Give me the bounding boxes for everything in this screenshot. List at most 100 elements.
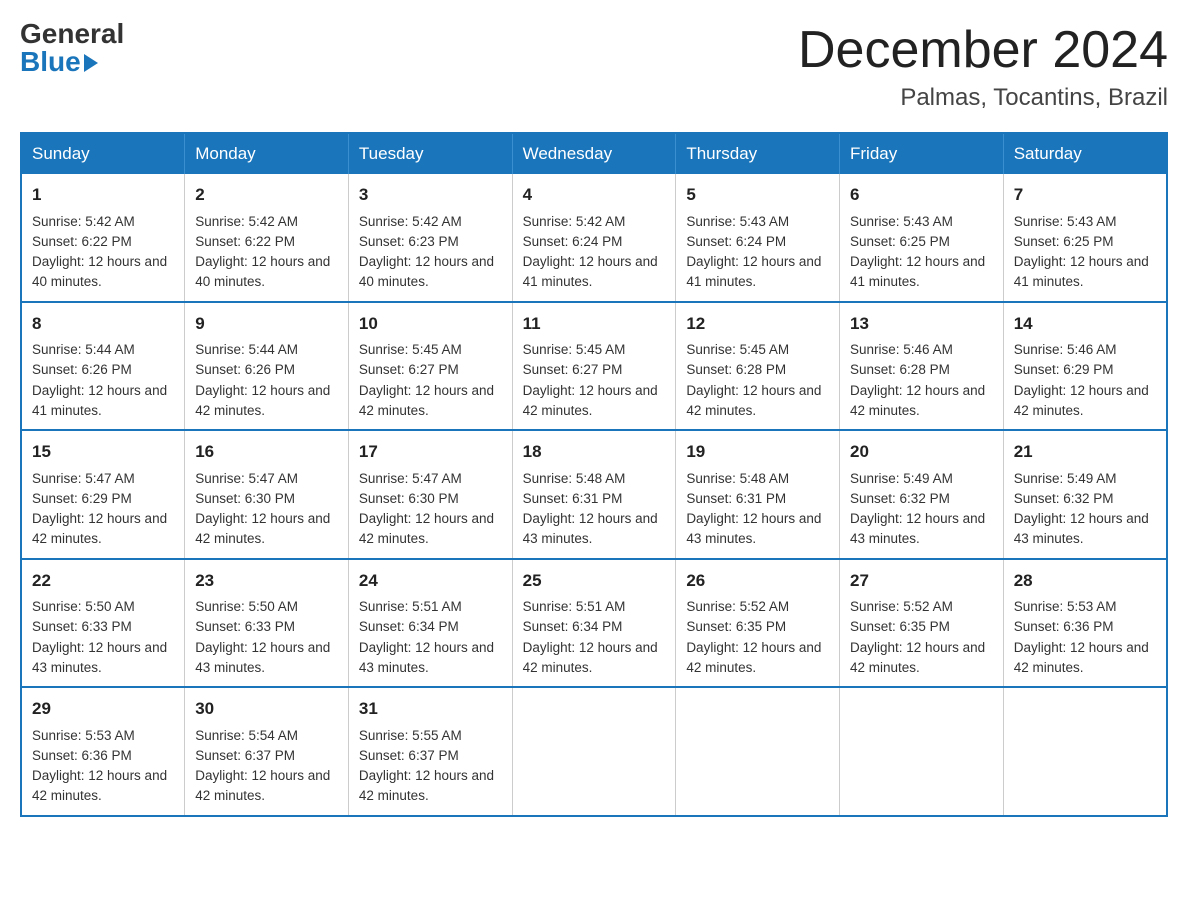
weekday-header-saturday: Saturday [1003,133,1167,174]
sunrise-text: Sunrise: 5:47 AM [359,471,462,486]
sunset-text: Sunset: 6:22 PM [195,234,295,249]
day-number: 24 [359,568,502,594]
daylight-text: Daylight: 12 hours and 42 minutes. [850,383,985,418]
logo-blue-text: Blue [20,48,98,76]
calendar-cell: 4Sunrise: 5:42 AMSunset: 6:24 PMDaylight… [512,174,676,302]
calendar-cell: 15Sunrise: 5:47 AMSunset: 6:29 PMDayligh… [21,430,185,559]
calendar-cell: 12Sunrise: 5:45 AMSunset: 6:28 PMDayligh… [676,302,840,431]
calendar-cell: 26Sunrise: 5:52 AMSunset: 6:35 PMDayligh… [676,559,840,688]
calendar-cell [1003,687,1167,816]
daylight-text: Daylight: 12 hours and 42 minutes. [850,640,985,675]
day-number: 3 [359,182,502,208]
day-number: 30 [195,696,338,722]
calendar-cell: 11Sunrise: 5:45 AMSunset: 6:27 PMDayligh… [512,302,676,431]
calendar-cell: 17Sunrise: 5:47 AMSunset: 6:30 PMDayligh… [348,430,512,559]
logo-arrow-icon [84,54,98,72]
day-number: 25 [523,568,666,594]
sunrise-text: Sunrise: 5:43 AM [1014,214,1117,229]
weekday-header-wednesday: Wednesday [512,133,676,174]
sunset-text: Sunset: 6:26 PM [32,362,132,377]
sunrise-text: Sunrise: 5:51 AM [523,599,626,614]
calendar-cell: 22Sunrise: 5:50 AMSunset: 6:33 PMDayligh… [21,559,185,688]
calendar-cell: 24Sunrise: 5:51 AMSunset: 6:34 PMDayligh… [348,559,512,688]
sunrise-text: Sunrise: 5:47 AM [195,471,298,486]
sunrise-text: Sunrise: 5:52 AM [686,599,789,614]
calendar-cell: 20Sunrise: 5:49 AMSunset: 6:32 PMDayligh… [840,430,1004,559]
day-number: 27 [850,568,993,594]
sunrise-text: Sunrise: 5:55 AM [359,728,462,743]
sunset-text: Sunset: 6:36 PM [32,748,132,763]
daylight-text: Daylight: 12 hours and 42 minutes. [195,383,330,418]
day-number: 4 [523,182,666,208]
sunrise-text: Sunrise: 5:50 AM [195,599,298,614]
calendar-cell: 2Sunrise: 5:42 AMSunset: 6:22 PMDaylight… [185,174,349,302]
daylight-text: Daylight: 12 hours and 41 minutes. [32,383,167,418]
daylight-text: Daylight: 12 hours and 40 minutes. [32,254,167,289]
sunset-text: Sunset: 6:30 PM [195,491,295,506]
weekday-header-row: SundayMondayTuesdayWednesdayThursdayFrid… [21,133,1167,174]
sunset-text: Sunset: 6:34 PM [359,619,459,634]
calendar-cell [676,687,840,816]
sunset-text: Sunset: 6:31 PM [686,491,786,506]
sunrise-text: Sunrise: 5:45 AM [523,342,626,357]
sunset-text: Sunset: 6:37 PM [359,748,459,763]
sunrise-text: Sunrise: 5:42 AM [359,214,462,229]
sunrise-text: Sunrise: 5:42 AM [195,214,298,229]
calendar-week-row: 22 Sunrise: 5:50 AM Sunset: 6:33 PM Dayligh… [21,559,1167,688]
sunset-text: Sunset: 6:37 PM [195,748,295,763]
daylight-text: Daylight: 12 hours and 43 minutes. [1014,511,1149,546]
calendar-cell [512,687,676,816]
calendar-cell [840,687,1004,816]
sunset-text: Sunset: 6:33 PM [32,619,132,634]
calendar-cell: 6Sunrise: 5:43 AMSunset: 6:25 PMDaylight… [840,174,1004,302]
day-number: 10 [359,311,502,337]
sunrise-text: Sunrise: 5:47 AM [32,471,135,486]
sunrise-text: Sunrise: 5:53 AM [1014,599,1117,614]
page-header: General Blue December 2024 Palmas, Tocan… [20,20,1168,112]
sunrise-text: Sunrise: 5:44 AM [32,342,135,357]
daylight-text: Daylight: 12 hours and 40 minutes. [359,254,494,289]
weekday-header-thursday: Thursday [676,133,840,174]
sunrise-text: Sunrise: 5:42 AM [32,214,135,229]
day-number: 29 [32,696,174,722]
day-number: 12 [686,311,829,337]
calendar-cell: 30Sunrise: 5:54 AMSunset: 6:37 PMDayligh… [185,687,349,816]
calendar-cell: 25Sunrise: 5:51 AMSunset: 6:34 PMDayligh… [512,559,676,688]
daylight-text: Daylight: 12 hours and 42 minutes. [359,768,494,803]
title-block: December 2024 Palmas, Tocantins, Brazil [798,20,1168,112]
calendar-cell: 18Sunrise: 5:48 AMSunset: 6:31 PMDayligh… [512,430,676,559]
sunset-text: Sunset: 6:36 PM [1014,619,1114,634]
sunset-text: Sunset: 6:24 PM [686,234,786,249]
sunrise-text: Sunrise: 5:49 AM [850,471,953,486]
daylight-text: Daylight: 12 hours and 42 minutes. [195,768,330,803]
sunrise-text: Sunrise: 5:46 AM [850,342,953,357]
sunset-text: Sunset: 6:23 PM [359,234,459,249]
calendar-table: SundayMondayTuesdayWednesdayThursdayFrid… [20,132,1168,817]
weekday-header-friday: Friday [840,133,1004,174]
calendar-cell: 31 Sunrise: 5:55 AM Sunset: 6:37 PM Dayligh… [348,687,512,816]
sunset-text: Sunset: 6:22 PM [32,234,132,249]
day-number: 22 [32,568,174,594]
calendar-cell: 7Sunrise: 5:43 AMSunset: 6:25 PMDaylight… [1003,174,1167,302]
logo: General Blue [20,20,124,76]
daylight-text: Daylight: 12 hours and 41 minutes. [523,254,658,289]
day-number: 11 [523,311,666,337]
calendar-week-row: 8Sunrise: 5:44 AMSunset: 6:26 PMDaylight… [21,302,1167,431]
sunset-text: Sunset: 6:35 PM [686,619,786,634]
day-number: 1 [32,182,174,208]
month-title: December 2024 [798,20,1168,80]
location-title: Palmas, Tocantins, Brazil [798,84,1168,112]
weekday-header-monday: Monday [185,133,349,174]
sunrise-text: Sunrise: 5:45 AM [359,342,462,357]
calendar-cell: 8Sunrise: 5:44 AMSunset: 6:26 PMDaylight… [21,302,185,431]
calendar-cell: 28Sunrise: 5:53 AMSunset: 6:36 PMDayligh… [1003,559,1167,688]
day-number: 31 [359,696,502,722]
daylight-text: Daylight: 12 hours and 42 minutes. [523,640,658,675]
calendar-cell: 14Sunrise: 5:46 AMSunset: 6:29 PMDayligh… [1003,302,1167,431]
weekday-header-tuesday: Tuesday [348,133,512,174]
sunset-text: Sunset: 6:27 PM [359,362,459,377]
daylight-text: Daylight: 12 hours and 42 minutes. [1014,383,1149,418]
sunset-text: Sunset: 6:29 PM [32,491,132,506]
daylight-text: Daylight: 12 hours and 42 minutes. [195,511,330,546]
daylight-text: Daylight: 12 hours and 42 minutes. [32,511,167,546]
